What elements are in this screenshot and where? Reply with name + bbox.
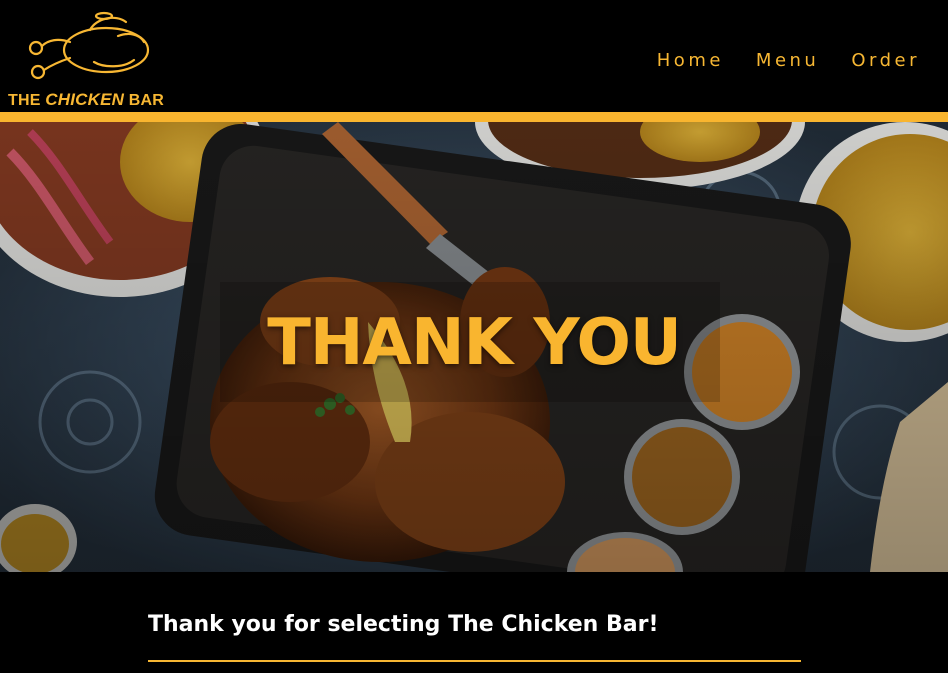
- chicken-logo-icon: [28, 11, 150, 80]
- section-divider: [148, 660, 801, 662]
- hero-banner: THANK YOU: [0, 122, 948, 572]
- brand-logo[interactable]: THE CHICKEN BAR: [8, 10, 176, 110]
- hero-title: THANK YOU: [267, 306, 682, 380]
- thank-you-section: Thank you for selecting The Chicken Bar!: [0, 572, 948, 673]
- logo-word-the: THE: [8, 92, 41, 109]
- nav-menu-link[interactable]: Menu: [756, 50, 819, 71]
- logo-word-bar: BAR: [128, 92, 165, 109]
- nav-home-link[interactable]: Home: [657, 50, 724, 71]
- header-accent-bar: [0, 112, 948, 122]
- site-header: THE CHICKEN BAR Home Menu Order: [0, 0, 948, 112]
- logo-word-chicken: CHICKEN: [45, 90, 125, 109]
- nav-order-link[interactable]: Order: [851, 50, 920, 71]
- brand-wordmark: THE CHICKEN BAR: [8, 90, 176, 110]
- thank-you-message: Thank you for selecting The Chicken Bar!: [148, 612, 659, 637]
- main-nav: Home Menu Order: [657, 50, 920, 71]
